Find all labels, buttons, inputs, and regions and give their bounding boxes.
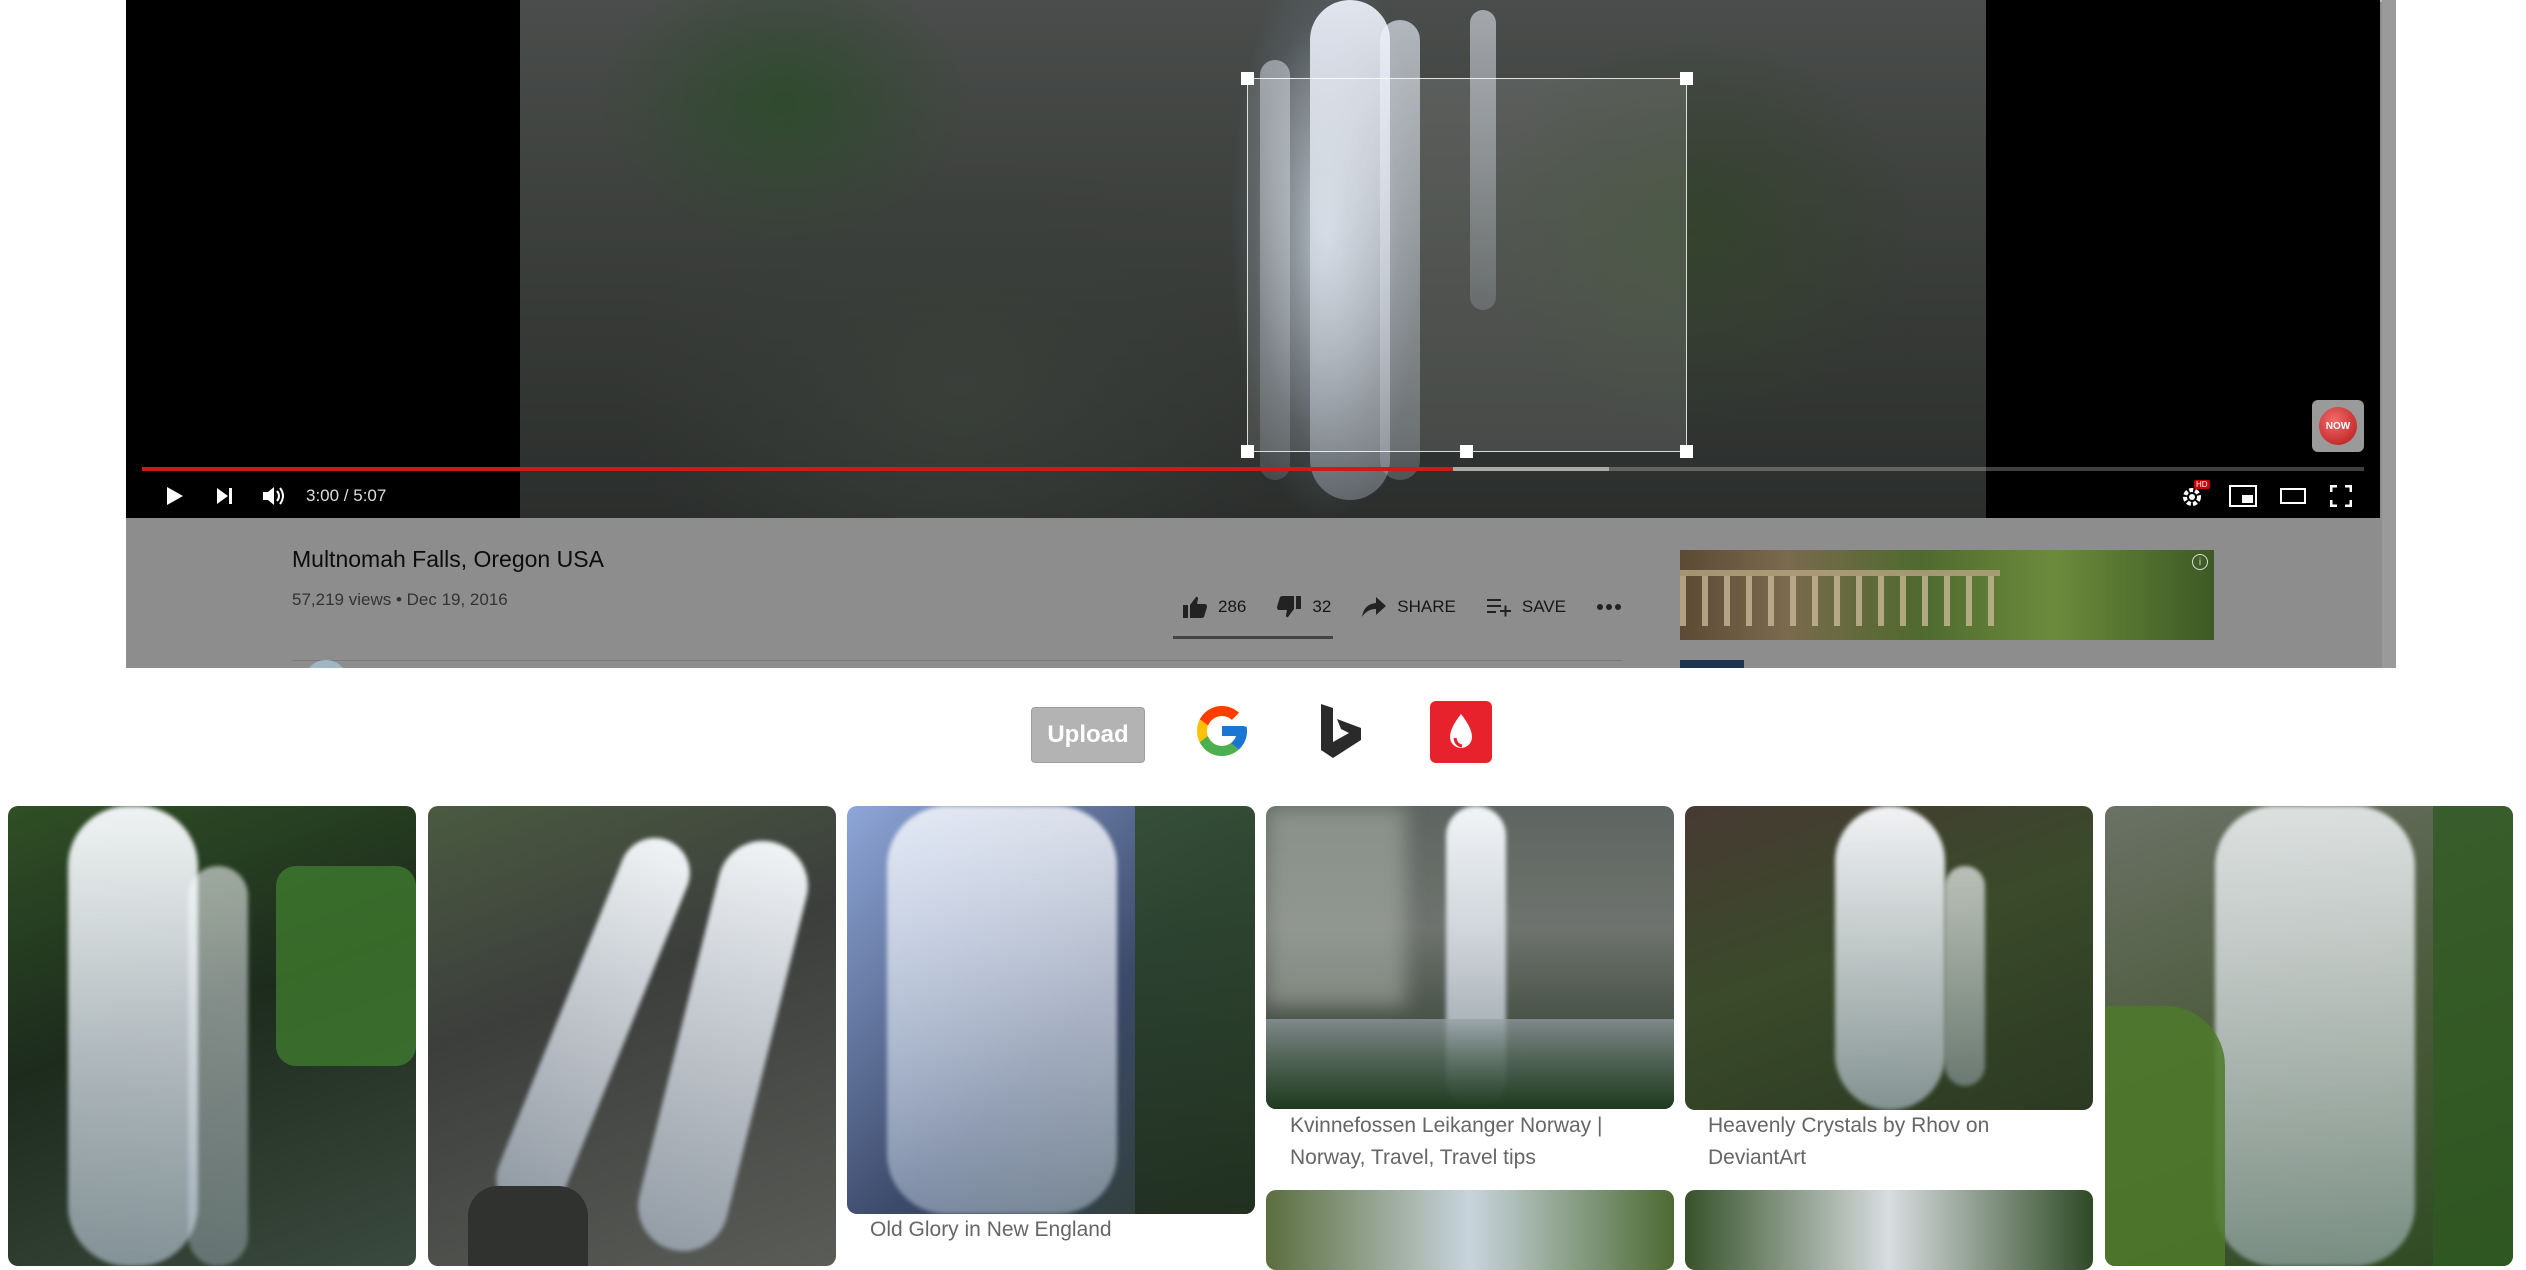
- fullscreen-icon[interactable]: [2324, 482, 2358, 510]
- volume-icon[interactable]: [258, 482, 292, 510]
- result-image-2[interactable]: [428, 806, 836, 1266]
- result-image-5[interactable]: [1685, 806, 2093, 1110]
- hd-badge: HD: [2194, 480, 2210, 489]
- save-button[interactable]: SAVE: [1486, 596, 1566, 618]
- video-player[interactable]: NOW 3:00 / 5:07 HD: [126, 0, 2380, 518]
- now-badge-label: NOW: [2319, 407, 2357, 445]
- dislike-count: 32: [1312, 597, 1332, 616]
- result-image-7[interactable]: [1266, 1190, 1674, 1270]
- result-caption-5[interactable]: Heavenly Crystals by Rhov on DeviantArt: [1708, 1110, 2078, 1174]
- save-label: SAVE: [1521, 597, 1566, 616]
- next-icon[interactable]: [210, 482, 240, 510]
- time-display: 3:00 / 5:07: [306, 486, 387, 505]
- ad-image-bridge: [1680, 570, 2000, 626]
- crop-selection-box[interactable]: [1241, 72, 1693, 458]
- playlist-add-icon: [1486, 599, 1511, 617]
- video-meta: Multnomah Falls, Oregon USA 57,219 views…: [126, 518, 2382, 668]
- thumbs-up-icon: [1183, 596, 1207, 618]
- pinterest-search-button[interactable]: [1430, 701, 1492, 763]
- meta-divider: [292, 660, 1622, 661]
- result-caption-4[interactable]: Kvinnefossen Leikanger Norway | Norway, …: [1290, 1110, 1660, 1174]
- progress-fill: [142, 467, 1453, 471]
- ad-banner[interactable]: i: [1680, 550, 2214, 640]
- like-ratio-bar: [1173, 636, 1333, 639]
- ad-info-icon[interactable]: i: [2192, 554, 2208, 570]
- crop-handle-bottom-right[interactable]: [1680, 445, 1693, 458]
- bing-icon: [1321, 704, 1361, 758]
- ad-thumbnail[interactable]: [1680, 660, 1744, 668]
- crop-handle-top-left[interactable]: [1241, 72, 1254, 85]
- upload-button[interactable]: Upload: [1031, 707, 1145, 763]
- drop-icon: [1450, 714, 1472, 748]
- play-icon[interactable]: [160, 482, 190, 510]
- now-badge[interactable]: NOW: [2312, 400, 2364, 452]
- crop-handle-top-right[interactable]: [1680, 72, 1693, 85]
- crop-handle-bottom-left[interactable]: [1241, 445, 1254, 458]
- like-count: 286: [1218, 597, 1247, 616]
- result-image-3[interactable]: [847, 806, 1255, 1214]
- share-button[interactable]: SHARE: [1361, 596, 1456, 618]
- google-icon: [1197, 706, 1247, 756]
- miniplayer-icon[interactable]: [2226, 482, 2260, 510]
- more-actions-button[interactable]: [1596, 603, 1622, 611]
- like-button[interactable]: 286: [1182, 595, 1246, 619]
- result-image-1[interactable]: [8, 806, 416, 1266]
- theater-mode-icon[interactable]: [2276, 482, 2310, 510]
- dislike-button[interactable]: 32: [1276, 595, 1331, 619]
- more-horizontal-icon: [1596, 604, 1621, 610]
- avatar[interactable]: [304, 660, 348, 668]
- result-image-6[interactable]: [2105, 806, 2513, 1266]
- video-actions: 286 32 SHARE SAVE: [1182, 590, 1652, 624]
- google-search-button[interactable]: [1192, 701, 1252, 761]
- bing-search-button[interactable]: [1314, 701, 1370, 761]
- result-caption-3[interactable]: Old Glory in New England: [870, 1214, 1250, 1246]
- crop-handle-bottom-center[interactable]: [1460, 445, 1473, 458]
- player-controls: 3:00 / 5:07 HD: [126, 474, 2380, 518]
- share-label: SHARE: [1397, 597, 1456, 616]
- thumbs-down-icon: [1277, 596, 1302, 618]
- video-views-date: 57,219 views • Dec 19, 2016: [292, 590, 508, 609]
- scrollbar[interactable]: [2382, 0, 2396, 668]
- settings-icon[interactable]: HD: [2178, 480, 2210, 510]
- screenshot-panel: NOW 3:00 / 5:07 HD Multnomah Falls, Oreg…: [126, 0, 2396, 668]
- result-image-8[interactable]: [1685, 1190, 2093, 1270]
- video-title: Multnomah Falls, Oregon USA: [292, 546, 604, 572]
- progress-bar[interactable]: [142, 467, 2364, 471]
- share-icon: [1362, 597, 1387, 617]
- result-image-4[interactable]: [1266, 806, 1674, 1109]
